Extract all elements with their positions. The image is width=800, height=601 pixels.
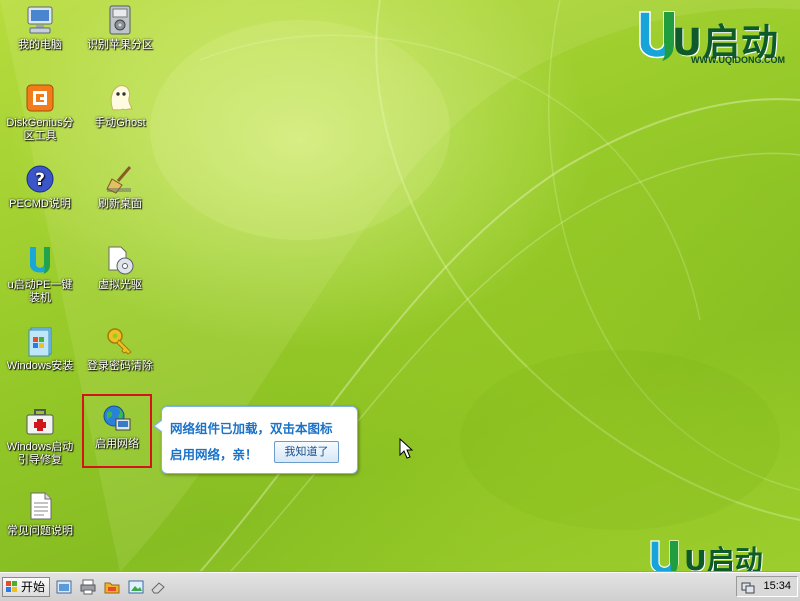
svg-text:?: ? bbox=[35, 170, 45, 190]
printer-icon[interactable] bbox=[80, 579, 96, 595]
desktop-icon-refresh-desktop[interactable]: 刷新桌面 bbox=[82, 163, 158, 211]
desktop-icon-label: u启动PE一键装机 bbox=[7, 279, 73, 304]
windows-logo-icon bbox=[6, 581, 17, 592]
desktop-icon-label: Windows安装 bbox=[6, 360, 74, 372]
notification-balloon: 网络组件已加载，双击本图标 启用网络，亲！ 我知道了 bbox=[153, 406, 358, 474]
help-icon: ? bbox=[24, 163, 56, 195]
folder-icon[interactable] bbox=[104, 579, 120, 595]
brand-url: WWW.UQIDONG.COM bbox=[691, 55, 785, 65]
brand-logo-bottom: U启动 bbox=[648, 538, 800, 572]
desktop-icon-label: Windows启动引导修复 bbox=[6, 441, 74, 466]
clock: 15:34 bbox=[763, 580, 791, 592]
start-button[interactable]: 开始 bbox=[2, 577, 50, 597]
diskgenius-icon bbox=[24, 82, 56, 114]
desktop-icon-boot-repair[interactable]: Windows启动引导修复 bbox=[2, 406, 78, 467]
got-it-button[interactable]: 我知道了 bbox=[274, 441, 339, 463]
ghost-icon bbox=[104, 82, 136, 114]
desktop-icon-password-clear[interactable]: 登录密码清除 bbox=[82, 325, 158, 373]
desktop-icon-label: DiskGenius分区工具 bbox=[6, 117, 74, 142]
balloon-message-line2: 启用网络，亲！ bbox=[170, 447, 258, 462]
key-icon bbox=[104, 325, 136, 357]
desktop-icon-windows-setup[interactable]: Windows安装 bbox=[2, 325, 78, 373]
disk-drive-icon bbox=[104, 4, 136, 36]
u-logo-icon bbox=[24, 244, 56, 276]
desktop-icon-label: PECMD说明 bbox=[9, 198, 71, 210]
explorer-icon[interactable] bbox=[56, 579, 72, 595]
desktop-icon-label: 识别苹果分区 bbox=[87, 39, 153, 51]
desktop-icon-pecmd-help[interactable]: ? PECMD说明 bbox=[2, 163, 78, 211]
virtual-cd-icon bbox=[104, 244, 136, 276]
start-label: 开始 bbox=[21, 580, 46, 594]
network-tray-icon[interactable] bbox=[741, 580, 755, 594]
balloon-message-line1: 网络组件已加载，双击本图标 bbox=[170, 421, 333, 436]
system-tray: 15:34 bbox=[736, 576, 798, 597]
desktop-icon-label: 我的电脑 bbox=[18, 39, 62, 51]
desktop-icon-label: 手动Ghost bbox=[94, 117, 146, 129]
desktop-icon-label: 刷新桌面 bbox=[98, 198, 142, 210]
desktop-icon-manual-ghost[interactable]: 手动Ghost bbox=[82, 82, 158, 130]
balloon-tail-fill bbox=[155, 420, 163, 432]
desktop-icon-label: 登录密码清除 bbox=[87, 360, 153, 372]
computer-icon bbox=[24, 4, 56, 36]
windows-setup-icon bbox=[24, 325, 56, 357]
desktop: 我的电脑 DiskGenius分区工具 ? PECMD说明 u启动PE一键装机 … bbox=[0, 0, 800, 572]
first-aid-kit-icon bbox=[24, 406, 56, 438]
broom-icon bbox=[104, 163, 136, 195]
desktop-icon-my-computer[interactable]: 我的电脑 bbox=[2, 4, 78, 52]
desktop-icon-uqidong-install[interactable]: u启动PE一键装机 bbox=[2, 244, 78, 305]
image-viewer-icon[interactable] bbox=[128, 579, 144, 595]
brand-logo-top: U启动 WWW.UQIDONG.COM bbox=[636, 8, 796, 68]
mouse-cursor-icon bbox=[399, 438, 413, 459]
desktop-icon-faq[interactable]: 常见问题说明 bbox=[2, 490, 78, 538]
desktop-icon-virtual-cd[interactable]: 虚拟光驱 bbox=[82, 244, 158, 292]
document-icon bbox=[24, 490, 56, 522]
desktop-icon-label: 常见问题说明 bbox=[7, 525, 73, 537]
highlight-box bbox=[82, 394, 152, 468]
taskbar: 开始 15:34 bbox=[0, 572, 800, 601]
brand-mark: U启动 bbox=[684, 544, 763, 572]
eraser-icon[interactable] bbox=[150, 579, 166, 595]
desktop-icon-label: 虚拟光驱 bbox=[98, 279, 142, 291]
desktop-icon-apple-partition[interactable]: 识别苹果分区 bbox=[82, 4, 158, 52]
desktop-icon-diskgenius[interactable]: DiskGenius分区工具 bbox=[2, 82, 78, 143]
